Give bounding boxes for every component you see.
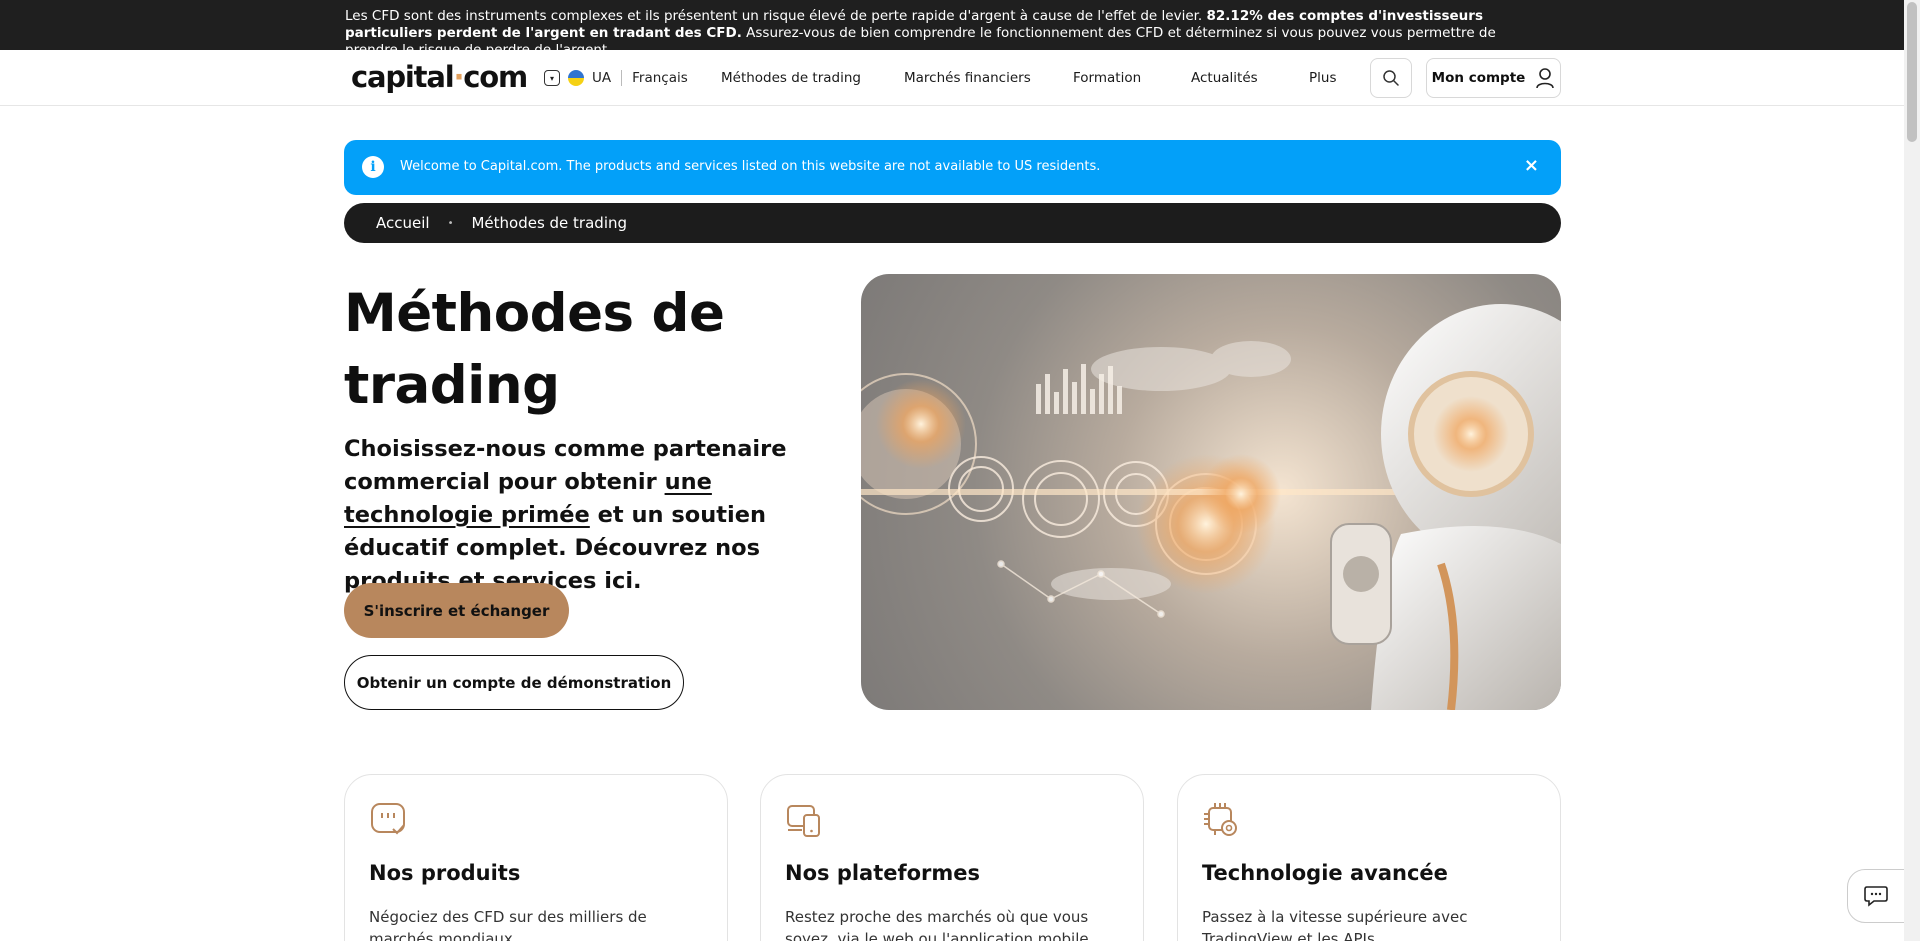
card-title: Technologie avancée [1202, 861, 1448, 885]
card-text: Négociez des CFD sur des milliers de mar… [369, 908, 647, 941]
site-header: capital·com ▾ UA Français Méthodes de tr… [0, 50, 1904, 106]
close-icon[interactable]: × [1524, 155, 1539, 176]
chip-gear-icon [1204, 803, 1237, 836]
language-divider [621, 70, 623, 86]
search-icon [1383, 70, 1399, 86]
scrollbar-thumb[interactable] [1907, 2, 1917, 142]
lead-text-start: Choisissez-nous comme partenaire commerc… [344, 436, 787, 495]
user-icon [1536, 68, 1555, 89]
card-title: Nos plateformes [785, 861, 981, 885]
chat-widget-button[interactable] [1847, 869, 1905, 923]
card-platforms[interactable]: Nos plateformes Restez proche des marché… [760, 774, 1144, 941]
card-products[interactable]: Nos produits Négociez des CFD sur des mi… [344, 774, 728, 941]
language-label: Français [632, 70, 688, 86]
nav-news[interactable]: Actualités [1191, 70, 1258, 86]
card-title: Nos produits [369, 861, 521, 885]
page-title: Méthodes de trading [344, 283, 725, 416]
us-residents-notice: i Welcome to Capital.com. The products a… [344, 140, 1561, 195]
card-text: Passez à la vitesse supérieure avec Trad… [1202, 908, 1468, 941]
info-icon: i [362, 156, 384, 178]
ukraine-flag-icon [568, 70, 584, 86]
country-code: UA [592, 70, 612, 86]
chat-check-icon [371, 803, 405, 835]
account-label: Mon compte [1431, 70, 1526, 86]
risk-text-start: Les CFD sont des instruments complexes e… [345, 8, 1207, 24]
chevron-down-icon: ▾ [544, 70, 560, 86]
language-selector[interactable]: ▾ UA Français [544, 66, 688, 90]
logo-part2: com [463, 60, 528, 94]
logo-dot: · [453, 60, 464, 94]
notice-message: Welcome to Capital.com. The products and… [400, 159, 1101, 174]
hero-image [861, 274, 1561, 710]
hero-lead: Choisissez-nous comme partenaire commerc… [344, 433, 824, 598]
breadcrumb-current: Méthodes de trading [471, 214, 628, 232]
chat-icon [1864, 886, 1888, 907]
breadcrumb-separator: • [447, 217, 454, 229]
logo-part1: capital [351, 60, 455, 94]
search-button[interactable] [1370, 58, 1412, 98]
breadcrumb-home[interactable]: Accueil [376, 214, 430, 232]
breadcrumb: Accueil • Méthodes de trading [344, 203, 1561, 243]
account-button[interactable]: Mon compte [1426, 58, 1561, 98]
demo-account-button[interactable]: Obtenir un compte de démonstration [344, 655, 684, 710]
risk-warning-banner: Les CFD sont des instruments complexes e… [0, 0, 1904, 58]
devices-icon [787, 805, 820, 837]
nav-trading-methods[interactable]: Méthodes de trading [721, 70, 861, 86]
page-scrollbar[interactable] [1904, 0, 1920, 941]
nav-financial-markets[interactable]: Marchés financiers [904, 70, 1031, 86]
card-technology[interactable]: Technologie avancée Passez à la vitesse … [1177, 774, 1561, 941]
nav-more[interactable]: Plus [1309, 70, 1336, 86]
nav-education[interactable]: Formation [1073, 70, 1141, 86]
card-text: Restez proche des marchés où que vous so… [785, 908, 1089, 941]
signup-trade-button[interactable]: S'inscrire et échanger [344, 583, 569, 638]
capital-com-logo[interactable]: capital·com [351, 60, 528, 94]
robot-data-illustration [861, 304, 1561, 710]
